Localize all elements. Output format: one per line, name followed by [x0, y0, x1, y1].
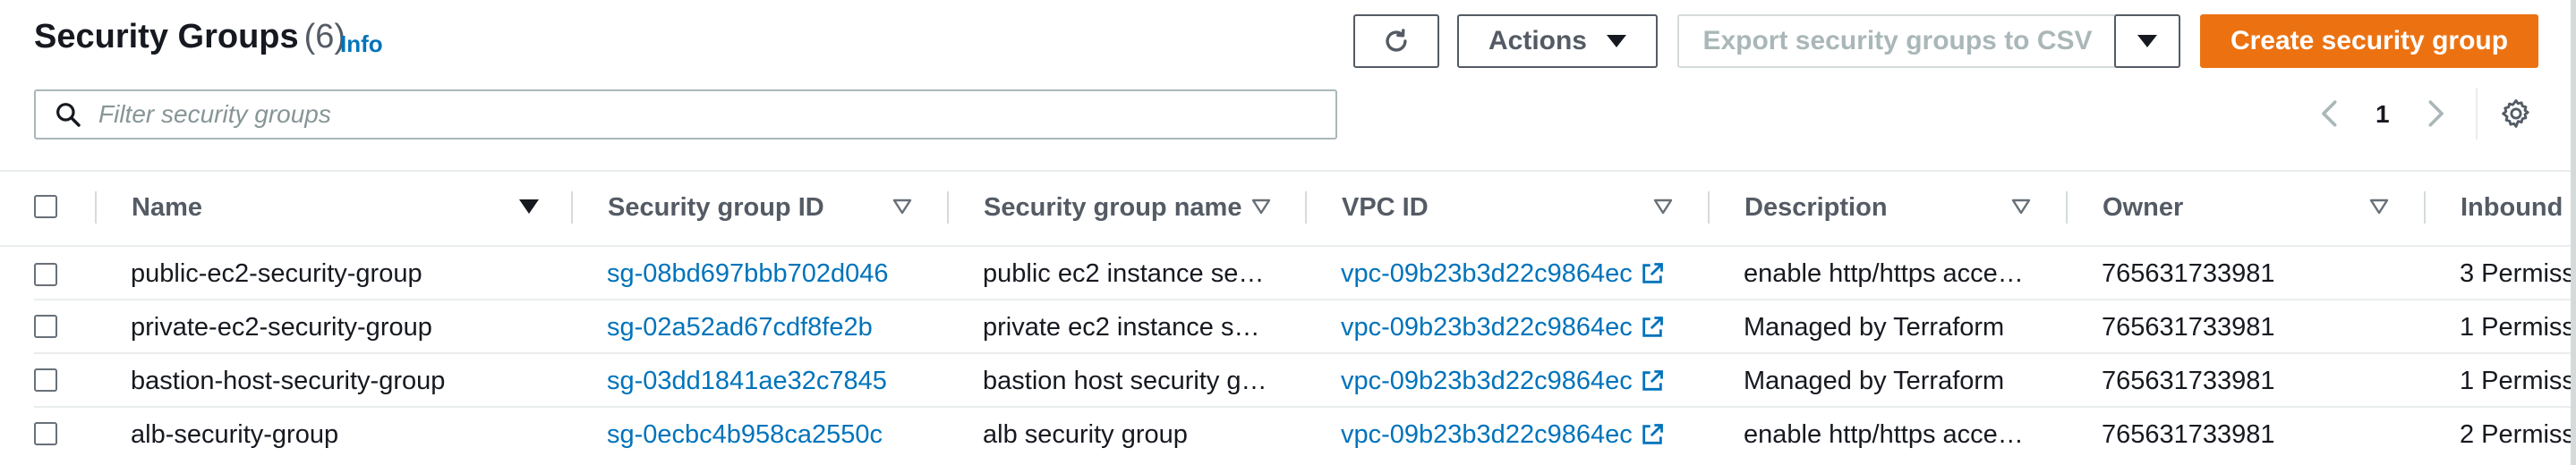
- search-icon: [56, 103, 81, 127]
- cell-security-group-name: private ec2 instance security group: [983, 313, 1269, 342]
- row-checkbox[interactable]: [34, 263, 57, 286]
- row-checkbox[interactable]: [34, 422, 57, 445]
- column-separator: [2424, 191, 2426, 224]
- external-link-icon[interactable]: [1640, 261, 1665, 286]
- cell-owner: 765631733981: [2102, 367, 2275, 395]
- export-options-dropdown[interactable]: [2114, 14, 2180, 68]
- cell-owner: 765631733981: [2102, 259, 2275, 288]
- row-checkbox[interactable]: [34, 368, 57, 392]
- column-separator: [571, 191, 573, 224]
- info-link[interactable]: Info: [340, 30, 383, 58]
- cell-security-group-name: alb security group: [983, 420, 1188, 449]
- previous-page-icon[interactable]: [2316, 98, 2343, 129]
- column-header-name[interactable]: Name: [132, 184, 202, 231]
- cell-inbound-rules: 3 Permission entries: [2460, 259, 2571, 288]
- row-divider: [34, 406, 2576, 408]
- cell-vpc-id[interactable]: vpc-09b23b3d22c9864ec: [1341, 367, 1636, 396]
- row-divider: [34, 299, 2576, 300]
- cell-name: private-ec2-security-group: [131, 313, 432, 342]
- page-title-text: Security Groups: [34, 18, 299, 55]
- sort-icon[interactable]: [891, 197, 913, 216]
- cell-description: enable http/https access on port 80/443: [1744, 259, 2030, 288]
- export-csv-button[interactable]: Export security groups to CSV: [1677, 14, 2118, 68]
- cell-description: enable http/https access on port 80/443: [1744, 420, 2030, 449]
- caret-down-icon: [1607, 35, 1626, 47]
- export-csv-label: Export security groups to CSV: [1702, 26, 2093, 55]
- cell-vpc-id[interactable]: vpc-09b23b3d22c9864ec: [1341, 313, 1636, 342]
- cell-name: bastion-host-security-group: [131, 367, 446, 395]
- cell-inbound-rules: 2 Permission entries: [2460, 420, 2571, 449]
- panel-right-edge: [2571, 0, 2576, 465]
- cell-description: Managed by Terraform: [1744, 313, 2005, 342]
- external-link-icon[interactable]: [1640, 422, 1665, 447]
- column-header-vpc-id[interactable]: VPC ID: [1342, 184, 1429, 231]
- cell-security-group-id[interactable]: sg-02a52ad67cdf8fe2b: [607, 313, 929, 342]
- cell-description: Managed by Terraform: [1744, 367, 2005, 395]
- cell-name: alb-security-group: [131, 420, 339, 449]
- refresh-button[interactable]: [1353, 14, 1439, 68]
- cell-security-group-id[interactable]: sg-0ecbc4b958ca2550c: [607, 420, 929, 450]
- cell-vpc-id[interactable]: vpc-09b23b3d22c9864ec: [1341, 420, 1636, 450]
- column-separator: [2066, 191, 2068, 224]
- column-header-security-group-id[interactable]: Security group ID: [608, 184, 824, 231]
- filter-input[interactable]: [97, 99, 1318, 130]
- cell-security-group-name: public ec2 instance security group: [983, 259, 1269, 288]
- cell-security-group-id[interactable]: sg-08bd697bbb702d046: [607, 259, 929, 289]
- header-bottom-border: [0, 245, 2576, 247]
- row-divider: [34, 352, 2576, 354]
- page-number[interactable]: 1: [2376, 100, 2390, 129]
- actions-button[interactable]: Actions: [1457, 14, 1658, 68]
- sort-icon[interactable]: [2010, 197, 2032, 216]
- caret-down-icon: [2137, 35, 2157, 47]
- sort-icon[interactable]: [1652, 197, 1674, 216]
- create-security-group-button[interactable]: Create security group: [2200, 14, 2538, 68]
- table-top-border: [0, 170, 2576, 172]
- next-page-icon[interactable]: [2422, 98, 2449, 129]
- column-separator: [947, 191, 949, 224]
- external-link-icon[interactable]: [1640, 368, 1665, 393]
- filter-search-box[interactable]: [34, 89, 1337, 140]
- select-all-checkbox[interactable]: [34, 195, 57, 218]
- column-separator: [1305, 191, 1307, 224]
- column-header-description[interactable]: Description: [1744, 184, 1888, 231]
- cell-name: public-ec2-security-group: [131, 259, 422, 288]
- column-header-inbound-rules[interactable]: Inbound r: [2461, 184, 2571, 231]
- cell-inbound-rules: 1 Permission entry: [2460, 367, 2571, 395]
- page-title: Security Groups (6): [34, 18, 345, 56]
- divider: [2476, 88, 2478, 140]
- row-checkbox[interactable]: [34, 315, 57, 338]
- sort-icon[interactable]: [1250, 197, 1272, 216]
- sort-icon[interactable]: [2368, 197, 2390, 216]
- cell-inbound-rules: 1 Permission entry: [2460, 313, 2571, 342]
- cell-owner: 765631733981: [2102, 313, 2275, 342]
- refresh-icon: [1386, 29, 1407, 52]
- column-header-security-group-name[interactable]: Security group name: [984, 184, 1241, 231]
- column-separator: [95, 191, 97, 224]
- settings-gear-icon[interactable]: [2501, 98, 2531, 129]
- cell-owner: 765631733981: [2102, 420, 2275, 449]
- column-header-owner[interactable]: Owner: [2103, 184, 2183, 231]
- external-link-icon[interactable]: [1640, 315, 1665, 340]
- column-separator: [1708, 191, 1710, 224]
- sort-descending-icon[interactable]: [517, 197, 541, 216]
- create-security-group-label: Create security group: [2230, 26, 2509, 55]
- cell-security-group-id[interactable]: sg-03dd1841ae32c7845: [607, 367, 929, 396]
- cell-vpc-id[interactable]: vpc-09b23b3d22c9864ec: [1341, 259, 1636, 289]
- actions-label: Actions: [1488, 26, 1587, 55]
- cell-security-group-name: bastion host security group: [983, 367, 1269, 395]
